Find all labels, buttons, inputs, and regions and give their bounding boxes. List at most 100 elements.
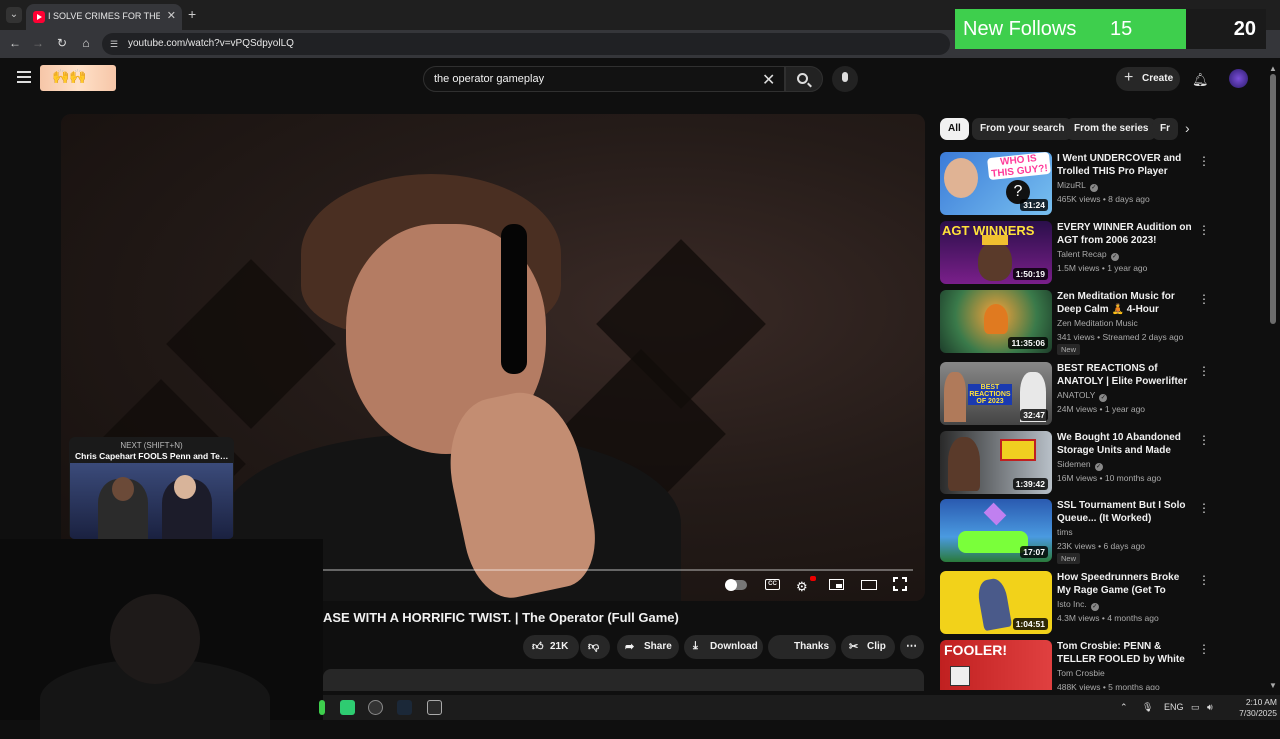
app-icon[interactable] (368, 700, 383, 715)
description-box[interactable] (323, 669, 924, 691)
video-title[interactable]: SSL Tournament But I Solo Queue... (It W… (1057, 499, 1194, 525)
search-button[interactable] (785, 66, 823, 92)
more-vertical-icon[interactable]: ⋮ (1198, 364, 1210, 378)
url-text: youtube.com/watch?v=vPQSdpyolLQ (128, 38, 294, 49)
browser-tab[interactable]: I SOLVE CRIMES FOR THE FBI, B ✕ (26, 4, 182, 30)
steam-icon[interactable] (397, 700, 412, 715)
site-info-icon[interactable]: ☰ (110, 39, 118, 50)
recommendation-item[interactable]: 11:35:06 Zen Meditation Music for Deep C… (940, 290, 1265, 355)
video-title[interactable]: How Speedrunners Broke My Rage Game (Get… (1057, 571, 1194, 597)
video-thumbnail[interactable]: 1:39:42 (940, 431, 1052, 494)
app-icon[interactable] (319, 700, 325, 715)
video-title[interactable]: BEST REACTIONS of ANATOLY | Elite Powerl… (1057, 362, 1194, 388)
recommendation-item[interactable]: 17:07 SSL Tournament But I Solo Queue...… (940, 499, 1265, 564)
theater-mode-icon[interactable] (861, 580, 877, 590)
video-thumbnail[interactable]: AGT WINNERS 1:50:19 (940, 221, 1052, 284)
download-button[interactable]: ⤓ Download (684, 635, 763, 659)
clip-button[interactable]: ✂ Clip (841, 635, 895, 659)
channel-logo[interactable] (40, 65, 116, 91)
recommendation-item[interactable]: 1:04:51 How Speedrunners Broke My Rage G… (940, 571, 1265, 635)
recommendation-item[interactable]: FOOLER! Tom Crosbie: PENN & TELLER FOOLE… (940, 640, 1265, 690)
page-scrollbar[interactable] (1270, 74, 1276, 324)
home-icon[interactable]: ⌂ (78, 36, 94, 50)
channel-name[interactable]: tims (1057, 527, 1073, 537)
hamburger-menu-icon[interactable] (17, 71, 31, 83)
channel-name[interactable]: Sidemen ✓ (1057, 459, 1103, 471)
new-tab-button[interactable]: + (188, 6, 196, 22)
tab-close-icon[interactable]: ✕ (167, 9, 176, 22)
more-vertical-icon[interactable]: ⋮ (1198, 433, 1210, 447)
app-icon[interactable] (340, 700, 355, 715)
video-thumbnail[interactable]: 17:07 (940, 499, 1052, 562)
create-button[interactable]: + Create (1116, 67, 1180, 91)
video-thumbnail[interactable]: 1:04:51 (940, 571, 1052, 634)
next-video-preview[interactable]: NEXT (SHIFT+N) Chris Capehart FOOLS Penn… (69, 437, 234, 539)
more-vertical-icon[interactable]: ⋮ (1198, 223, 1210, 237)
clock-time[interactable]: 2:10 AM (1239, 697, 1277, 707)
video-thumbnail[interactable]: WHO IS THIS GUY?! ? 31:24 (940, 152, 1052, 215)
more-vertical-icon[interactable]: ⋮ (1198, 501, 1210, 515)
channel-name[interactable]: Isto Inc. ✓ (1057, 599, 1099, 611)
clear-search-icon[interactable]: ✕ (762, 70, 775, 90)
chip-from-the-series[interactable]: From the series (1066, 118, 1157, 140)
url-input[interactable]: ☰ youtube.com/watch?v=vPQSdpyolLQ (102, 33, 950, 55)
video-thumbnail[interactable]: BEST REACTIONS OF 2023 32:47 (940, 362, 1052, 425)
youtube-favicon-icon (33, 11, 45, 23)
recommendation-item[interactable]: AGT WINNERS 1:50:19 EVERY WINNER Auditio… (940, 221, 1265, 285)
account-avatar[interactable] (1229, 69, 1248, 88)
tab-list-button[interactable]: ⌄ (6, 7, 22, 23)
language-indicator[interactable]: ENG (1164, 702, 1184, 712)
voice-search-icon[interactable] (832, 66, 858, 92)
video-progress-bar[interactable] (323, 569, 913, 571)
video-title[interactable]: We Bought 10 Abandoned Storage Units and… (1057, 431, 1194, 457)
search-input[interactable]: the operator gameplay (423, 66, 785, 92)
back-arrow-icon[interactable]: ← (7, 36, 23, 50)
more-vertical-icon[interactable]: ⋮ (1198, 154, 1210, 168)
microphone-icon[interactable]: 🎙︎ (1142, 702, 1153, 713)
video-duration: 1:50:19 (1012, 268, 1048, 280)
video-thumbnail[interactable]: 11:35:06 (940, 290, 1052, 353)
scroll-down-arrow-icon[interactable]: ▼ (1269, 681, 1277, 690)
forward-arrow-icon[interactable]: → (30, 36, 46, 50)
tray-chevron-icon[interactable]: ⌃ (1120, 702, 1128, 713)
chevron-right-icon[interactable]: › (1185, 120, 1190, 136)
more-actions-button[interactable]: ⋯ (900, 635, 924, 659)
channel-name[interactable]: Talent Recap ✓ (1057, 249, 1119, 261)
channel-name[interactable]: ANATOLY ✓ (1057, 390, 1108, 402)
chip-truncated[interactable]: Fr (1152, 118, 1178, 140)
display-icon[interactable]: ▭ (1191, 702, 1200, 713)
dislike-button[interactable]: 👎︎ (580, 635, 610, 659)
video-thumbnail[interactable]: FOOLER! (940, 640, 1052, 690)
video-meta: 4.3M views • 4 months ago (1057, 613, 1159, 623)
recommendation-item[interactable]: 1:39:42 We Bought 10 Abandoned Storage U… (940, 431, 1265, 495)
epic-games-icon[interactable] (427, 700, 442, 715)
autoplay-toggle[interactable] (725, 579, 747, 591)
more-vertical-icon[interactable]: ⋮ (1198, 573, 1210, 587)
channel-name[interactable]: Zen Meditation Music (1057, 318, 1138, 328)
captions-icon[interactable]: CC (765, 579, 780, 590)
miniplayer-icon[interactable] (829, 579, 844, 590)
video-title[interactable]: Zen Meditation Music for Deep Calm 🧘 4-H… (1057, 290, 1194, 316)
share-button[interactable]: ➦ Share (617, 635, 679, 659)
video-title[interactable]: EVERY WINNER Audition on AGT from 2006 2… (1057, 221, 1194, 247)
channel-name[interactable]: Tom Crosbie (1057, 668, 1105, 678)
volume-icon[interactable]: 🔊︎ (1207, 702, 1213, 713)
scroll-up-arrow-icon[interactable]: ▲ (1269, 64, 1277, 73)
more-vertical-icon[interactable]: ⋮ (1198, 642, 1210, 656)
chip-from-your-search[interactable]: From your search (972, 118, 1073, 140)
thanks-button[interactable]: Thanks (768, 635, 836, 659)
clock-date[interactable]: 7/30/2025 (1229, 708, 1277, 718)
channel-name[interactable]: MizuRL ✓ (1057, 180, 1098, 192)
recommendation-item[interactable]: WHO IS THIS GUY?! ? 31:24 I Went UNDERCO… (940, 152, 1265, 216)
fullscreen-icon[interactable] (893, 577, 907, 591)
settings-gear-icon[interactable]: ⚙ (796, 579, 808, 595)
video-meta: 341 views • Streamed 2 days ago (1057, 332, 1184, 342)
notifications-bell-icon[interactable]: 🔔︎ (1192, 72, 1209, 88)
chip-all[interactable]: All (940, 118, 969, 140)
reload-icon[interactable]: ↻ (54, 36, 70, 50)
like-button[interactable]: 👍︎ 21K (523, 635, 579, 659)
recommendation-item[interactable]: BEST REACTIONS OF 2023 32:47 BEST REACTI… (940, 362, 1265, 426)
video-title[interactable]: Tom Crosbie: PENN & TELLER FOOLED by Whi… (1057, 640, 1194, 666)
more-vertical-icon[interactable]: ⋮ (1198, 292, 1210, 306)
video-title[interactable]: I Went UNDERCOVER and Trolled THIS Pro P… (1057, 152, 1194, 178)
